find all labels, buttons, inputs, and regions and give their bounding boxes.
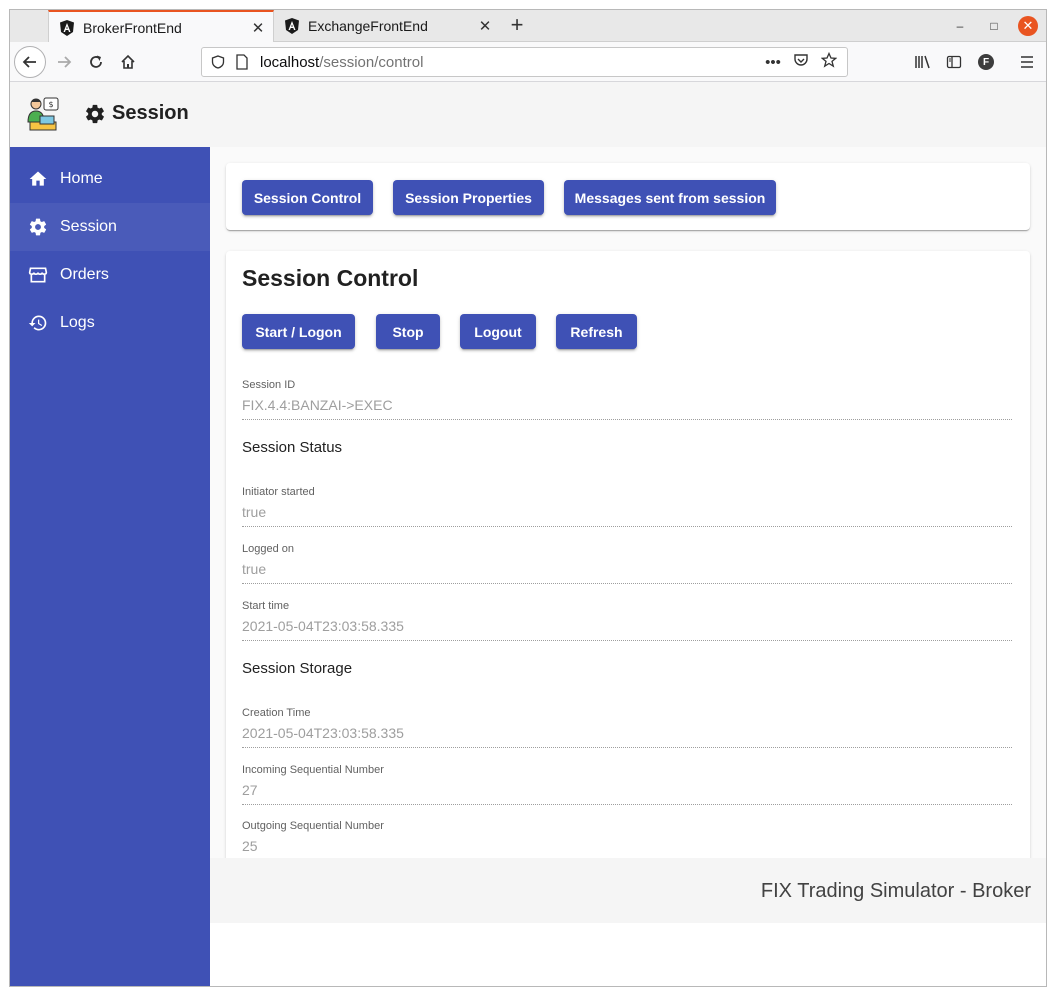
footer-text: FIX Trading Simulator - Broker [760,880,1031,902]
browser-window: BrokerFrontEnd ✕ ExchangeFrontEnd ✕ + – … [9,9,1047,987]
sidebar-item-label: Orders [60,266,109,283]
new-tab-button[interactable]: + [504,13,530,39]
shield-icon[interactable] [210,54,226,70]
browser-tab-title: ExchangeFrontEnd [308,18,428,34]
broker-logo-icon: $ [27,97,59,131]
url-path: /session/control [319,53,424,71]
history-icon [28,313,48,333]
field-label: Logged on [242,543,294,555]
page-title: Session [84,102,189,125]
hamburger-menu-icon[interactable] [1014,46,1040,78]
start-logon-button[interactable]: Start / Logon [242,314,355,349]
home-outline-icon [121,54,135,69]
field-label: Outgoing Sequential Number [242,820,384,832]
field-value: true [242,504,1012,527]
svg-text:$: $ [48,100,53,109]
back-button[interactable] [14,46,46,78]
url-bar[interactable]: localhost/session/control ••• [201,47,848,77]
library-icon[interactable] [910,46,936,78]
sidebar-item-label: Home [60,170,103,187]
side-nav: Home Session Orders Logs [10,147,210,986]
field-value: 2021-05-04T23:03:58.335 [242,618,1012,641]
bookmark-star-icon[interactable] [819,51,839,72]
session-id-field: Session ID FIX.4.4:BANZAI->EXEC [242,379,1012,420]
window-controls: – □ ✕ [950,16,1038,36]
profile-avatar[interactable]: F [973,46,999,78]
reload-button[interactable] [80,46,112,78]
sidebar-item-label: Logs [60,314,95,331]
field-label: Start time [242,600,290,612]
browser-tab-exchange[interactable]: ExchangeFrontEnd ✕ [274,10,500,42]
field-value: 2021-05-04T23:03:58.335 [242,725,1012,748]
sidebar-item-logs[interactable]: Logs [10,299,210,347]
outgoing-seq-field: Outgoing Sequential Number 25 [242,820,1012,861]
reload-icon [90,55,102,68]
tab-close-icon[interactable]: ✕ [249,19,267,37]
window-close-button[interactable]: ✕ [1018,16,1038,36]
field-value: FIX.4.4:BANZAI->EXEC [242,397,1012,420]
sidebar-item-home[interactable]: Home [10,155,210,203]
gear-icon [28,217,48,237]
url-text[interactable]: localhost/session/control [260,54,763,71]
field-value: true [242,561,1012,584]
sidebar-item-label: Session [60,218,117,235]
app-footer: FIX Trading Simulator - Broker [210,858,1046,923]
sidebar-item-session[interactable]: Session [10,203,210,251]
start-time-field: Start time 2021-05-04T23:03:58.335 [242,600,1012,641]
refresh-button[interactable]: Refresh [556,314,637,349]
app-toolbar: $ Session [10,82,1046,147]
arrow-right-icon [58,56,72,68]
app-root: $ Session Home Session Orders Logs Sessi… [10,82,1046,986]
gear-icon [86,104,104,123]
main-content: Session Control Session Properties Messa… [210,147,1046,923]
tab-strip: BrokerFrontEnd ✕ ExchangeFrontEnd ✕ + – … [10,10,1046,43]
minimize-button[interactable]: – [950,16,970,36]
arrow-left-icon [22,56,36,68]
url-host: localhost [260,53,320,71]
tab-session-properties[interactable]: Session Properties [393,180,544,215]
stop-button[interactable]: Stop [376,314,440,349]
page-actions-icon[interactable]: ••• [763,54,783,71]
storefront-icon [28,265,48,285]
sidebar-item-orders[interactable]: Orders [10,251,210,299]
forward-button[interactable] [48,46,80,78]
browser-tab-broker[interactable]: BrokerFrontEnd ✕ [48,10,274,43]
browser-tab-title: BrokerFrontEnd [83,19,182,36]
sidebar-toggle-icon[interactable] [941,46,967,78]
session-status-heading: Session Status [242,439,343,456]
angular-icon [285,18,299,34]
tab-close-icon[interactable]: ✕ [476,17,494,35]
page-icon [234,54,250,70]
card-title: Session Control [242,265,419,291]
profile-initial: F [978,54,994,70]
session-control-card: Session Control Start / Logon Stop Logou… [226,251,1030,894]
home-button[interactable] [112,46,144,78]
tab-strip-spacer [10,10,48,42]
tab-messages-sent[interactable]: Messages sent from session [564,180,776,215]
session-tabs-card: Session Control Session Properties Messa… [226,163,1030,230]
field-label: Creation Time [242,707,311,719]
incoming-seq-field: Incoming Sequential Number 27 [242,764,1012,805]
field-label: Incoming Sequential Number [242,764,384,776]
angular-icon [60,19,74,36]
field-value: 27 [242,782,1012,805]
toolbar-title-text: Session [112,102,189,124]
pocket-icon[interactable] [791,52,811,72]
home-icon [28,169,48,189]
creation-time-field: Creation Time 2021-05-04T23:03:58.335 [242,707,1012,748]
logged-on-field: Logged on true [242,543,1012,584]
tab-session-control[interactable]: Session Control [242,180,373,215]
field-label: Initiator started [242,486,315,498]
initiator-started-field: Initiator started true [242,486,1012,527]
field-label: Session ID [242,379,296,391]
maximize-button[interactable]: □ [984,16,1004,36]
browser-navbar: localhost/session/control ••• F [10,42,1046,82]
logout-button[interactable]: Logout [460,314,536,349]
session-storage-heading: Session Storage [242,660,353,677]
